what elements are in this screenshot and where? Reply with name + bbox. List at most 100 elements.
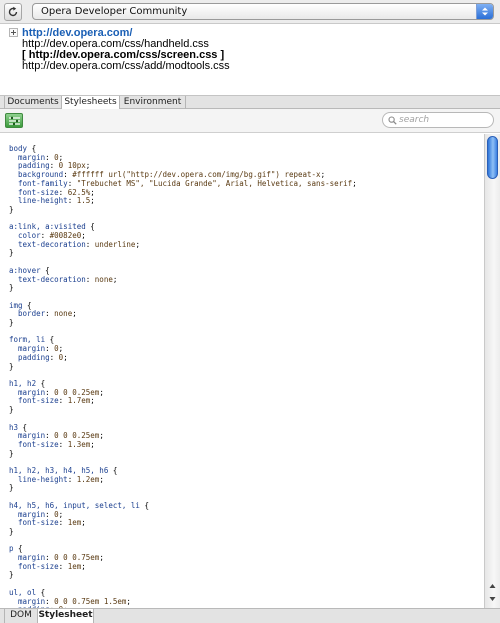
stylesheet-item[interactable]: http://dev.opera.com/css/add/modtools.cs… <box>22 61 230 72</box>
css-property: text-decoration <box>18 274 86 284</box>
css-brace-close: } <box>9 570 14 580</box>
css-declaration: line-height: 1.2em; <box>18 474 104 484</box>
css-declaration: font-size: 1.3em; <box>18 439 95 449</box>
css-rule: a:hover { text-decoration: none;} <box>9 265 357 302</box>
search-input[interactable] <box>399 114 489 126</box>
vertical-scrollbar[interactable] <box>484 134 500 608</box>
site-select[interactable]: Opera Developer Community <box>32 3 494 20</box>
css-property: background <box>18 170 64 180</box>
tab-stylesheets[interactable]: Stylesheets <box>62 96 120 109</box>
bottom-tab-strip: DOM Stylesheet <box>0 608 500 623</box>
css-value: 0 <box>54 152 59 162</box>
tab-dom[interactable]: DOM <box>4 609 38 623</box>
site-select-value: Opera Developer Community <box>41 6 188 17</box>
css-property: font-size <box>18 561 59 571</box>
arrow-up-icon <box>489 584 496 588</box>
css-value: 0 <box>58 352 64 362</box>
css-property: text-decoration <box>18 239 86 249</box>
search-box[interactable] <box>382 112 494 128</box>
css-value: 1.5 <box>76 196 91 206</box>
css-value: 0 0 0.25em <box>54 431 100 441</box>
css-value: 1.7em <box>67 396 91 406</box>
css-property: font-size <box>18 187 59 197</box>
css-selector: a:link, a:visited <box>9 222 86 232</box>
css-property: padding <box>18 352 50 362</box>
scroll-down-button[interactable] <box>486 593 499 605</box>
css-selector: h3 <box>9 422 19 432</box>
css-brace-close: } <box>9 448 14 458</box>
css-brace-close: } <box>9 204 14 214</box>
css-declaration: font-size: 1.7em; <box>18 396 95 406</box>
css-brace-open: { <box>36 587 46 597</box>
css-property: margin <box>18 431 46 441</box>
css-value: 0 0 0.25em <box>54 387 100 397</box>
arrow-down-icon <box>489 597 496 601</box>
css-rules: body { margin: 0; padding: 0 10px; backg… <box>9 144 357 608</box>
css-brace-open: { <box>108 466 118 476</box>
css-brace-close: } <box>9 405 14 415</box>
css-viewer: body { margin: 0; padding: 0 10px; backg… <box>0 134 484 608</box>
css-property: font-size <box>18 396 59 406</box>
css-brace-open: { <box>13 544 23 554</box>
css-rule: h1, h2, h3, h4, h5, h6 { line-height: 1.… <box>9 466 357 502</box>
css-rule: h4, h5, h6, input, select, li { margin: … <box>9 500 357 546</box>
css-value: 1em <box>67 561 82 571</box>
css-value: underline <box>94 239 136 249</box>
css-property: margin <box>18 344 46 354</box>
css-value: 0 0 0.75em <box>54 553 100 563</box>
css-rule: p { margin: 0 0 0.75em; font-size: 1em;} <box>9 544 357 589</box>
css-property: border <box>18 309 46 319</box>
css-brace-open: { <box>27 144 37 153</box>
toolbar <box>0 109 500 133</box>
css-value: #ffffff url("http://dev.opera.com/img/bg… <box>72 170 321 180</box>
css-property: color <box>18 231 41 241</box>
css-declaration: text-decoration: none; <box>18 274 118 284</box>
css-value: "Trebuchet MS", "Lucida Grande", Arial, … <box>76 178 353 188</box>
top-bar: Opera Developer Community <box>0 0 500 24</box>
css-rule: img { border: none;} <box>9 300 357 337</box>
css-rule: ul, ol { margin: 0 0 0.75em 1.5em; paddi… <box>9 587 357 608</box>
css-property: margin <box>18 152 46 162</box>
scrollbar-thumb[interactable] <box>487 136 498 179</box>
css-brace-open: { <box>139 500 149 510</box>
css-property: line-height <box>18 474 68 484</box>
css-selector: h1, h2, h3, h4, h5, h6 <box>9 466 109 476</box>
css-property: margin <box>18 596 46 606</box>
css-brace-close: } <box>9 483 14 493</box>
css-brace-close: } <box>9 526 14 536</box>
properties-toggle-button[interactable] <box>5 113 23 128</box>
css-rule: body { margin: 0; padding: 0 10px; backg… <box>9 144 357 223</box>
list-settings-icon <box>9 116 20 126</box>
css-selector: img <box>9 300 23 310</box>
css-brace-open: { <box>18 422 28 432</box>
css-value: 0 0 0.75em 1.5em <box>54 596 127 606</box>
css-property: margin <box>18 509 46 519</box>
css-selector: h1, h2 <box>9 378 37 388</box>
reload-icon <box>8 6 18 17</box>
css-brace-open: { <box>22 300 32 310</box>
tab-environment[interactable]: Environment <box>120 96 186 109</box>
css-declaration: font-size: 1em; <box>18 518 86 528</box>
scroll-up-button[interactable] <box>486 580 499 592</box>
stylesheet-list: http://dev.opera.com/ http://dev.opera.c… <box>0 25 500 95</box>
css-selector: ul, ol <box>9 587 37 597</box>
css-brace-open: { <box>45 335 55 345</box>
css-rule: a:link, a:visited { color: #0082e0; text… <box>9 222 357 267</box>
css-brace-open: { <box>40 265 50 275</box>
css-selector: form, li <box>9 335 46 345</box>
css-property: line-height <box>18 196 68 206</box>
css-selector: a:hover <box>9 265 41 275</box>
css-value: 0 <box>54 509 59 519</box>
expand-toggle-icon[interactable] <box>9 28 18 37</box>
tab-documents[interactable]: Documents <box>4 96 62 109</box>
tab-stylesheet[interactable]: Stylesheet <box>38 609 94 623</box>
css-brace-close: } <box>9 318 14 328</box>
css-value: 0 <box>54 344 59 354</box>
reload-button[interactable] <box>4 3 22 21</box>
css-property: font-family <box>18 178 68 188</box>
css-declaration: text-decoration: underline; <box>18 239 140 249</box>
css-property: margin <box>18 553 46 563</box>
css-property: padding <box>18 161 50 171</box>
css-value: #0082e0 <box>49 231 82 241</box>
css-selector: body <box>9 144 28 153</box>
